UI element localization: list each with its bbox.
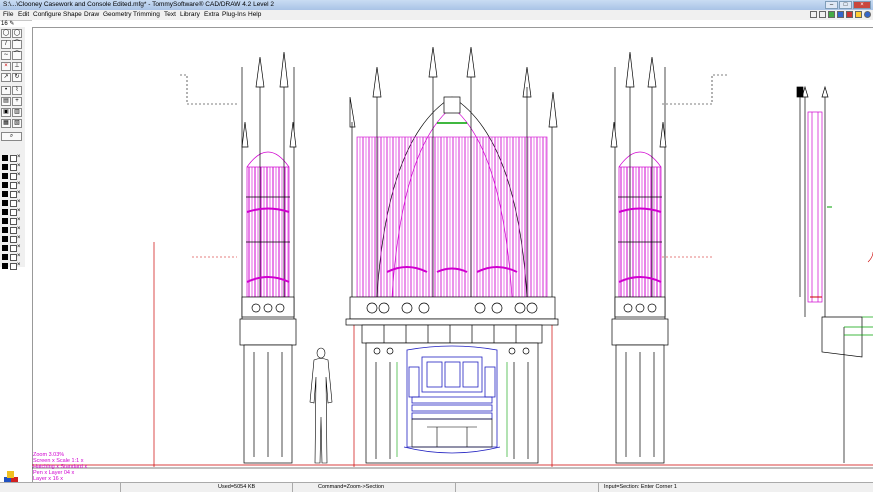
view-right-icon[interactable] — [819, 11, 826, 18]
menu-plugins[interactable]: Plug-Ins — [222, 11, 246, 18]
menu-edit[interactable]: Edit — [18, 11, 29, 18]
arc-tool-icon[interactable]: ⌒ — [12, 51, 22, 60]
rotate-tool-icon[interactable]: ↻ — [12, 73, 22, 82]
window-title: S:\...\Clooney Casework and Console Edit… — [3, 1, 275, 8]
layer-row[interactable]: × — [1, 217, 24, 225]
left-tower — [239, 51, 297, 464]
select-tool-icon[interactable]: ◯ — [1, 29, 11, 38]
layer-row[interactable]: × — [1, 154, 24, 162]
zoom-tool-icon[interactable]: ⌕ — [1, 132, 22, 141]
group-tool-icon[interactable]: ▥ — [12, 108, 22, 117]
side-elevation — [796, 85, 873, 463]
drawing-canvas[interactable] — [32, 27, 873, 482]
layer-row[interactable]: × — [1, 226, 24, 234]
status-command: Command=Zoom->Section — [318, 484, 385, 490]
status-used: Used=5054 KB — [218, 484, 256, 490]
pen-icon[interactable] — [846, 11, 853, 18]
curve-tool-icon[interactable]: ∼ — [1, 51, 11, 60]
menu-help[interactable]: Help — [248, 11, 261, 18]
layer-icon[interactable] — [828, 11, 835, 18]
bezier-tool-icon[interactable]: ⌇ — [12, 86, 22, 95]
grid-tool-icon[interactable]: ▦ — [1, 119, 11, 128]
maximize-button[interactable]: □ — [839, 1, 852, 9]
right-tower — [610, 51, 669, 464]
zoom-indicator: 16 ✎ — [1, 21, 15, 27]
delete-tool-icon[interactable]: × — [1, 62, 11, 71]
menu-text[interactable]: Text — [164, 11, 176, 18]
layer-row[interactable]: × — [1, 208, 24, 216]
organ-drawing — [32, 46, 873, 469]
layer-row[interactable]: × — [1, 172, 24, 180]
human-figure — [309, 347, 333, 464]
layer-row[interactable]: × — [1, 190, 24, 198]
snap-tool-icon[interactable]: ▧ — [12, 119, 22, 128]
menu-file[interactable]: File — [3, 11, 13, 18]
close-button[interactable]: × — [853, 1, 871, 9]
menu-extra[interactable]: Extra — [204, 11, 219, 18]
polyline-tool-icon[interactable]: ⌒ — [12, 40, 22, 49]
node-tool-icon[interactable]: • — [1, 86, 11, 95]
menu-trimming[interactable]: Trimming — [133, 11, 160, 18]
layer-row[interactable]: × — [1, 253, 24, 261]
menu-draw[interactable]: Draw — [84, 11, 99, 18]
info-panel: Zoom 3.03% Screen x Scale 1:1 x Hatching… — [33, 452, 87, 482]
lock-tool-icon[interactable]: ▣ — [1, 108, 11, 117]
view-left-icon[interactable] — [810, 11, 817, 18]
circle-tool-icon[interactable]: ◯ — [12, 29, 22, 38]
tool-icon[interactable] — [855, 11, 862, 18]
top-right-toolbar — [810, 11, 871, 18]
layer-row[interactable]: × — [1, 262, 24, 270]
trim-tool-icon[interactable]: ⊥ — [12, 62, 22, 71]
line-tool-icon[interactable]: / — [1, 40, 11, 49]
layer-row[interactable]: × — [1, 199, 24, 207]
menu-shape[interactable]: Shape — [63, 11, 82, 18]
status-input: Input=Section: Enter Corner 1 — [604, 484, 677, 490]
menu-configure[interactable]: Configure — [33, 11, 61, 18]
layer-row[interactable]: × — [1, 235, 24, 243]
window-controls: – □ × — [825, 1, 871, 9]
layer-row[interactable]: × — [1, 181, 24, 189]
menu-library[interactable]: Library — [180, 11, 200, 18]
menu-geometry[interactable]: Geometry — [103, 11, 132, 18]
layer-row[interactable]: × — [1, 244, 24, 252]
measure-tool-icon[interactable]: ↗ — [1, 73, 11, 82]
hatch-tool-icon[interactable]: ▤ — [1, 97, 11, 106]
minimize-button[interactable]: – — [825, 1, 838, 9]
info-icon[interactable] — [837, 11, 844, 18]
help-icon[interactable] — [864, 11, 871, 18]
console — [403, 345, 501, 454]
layer-row[interactable]: × — [1, 163, 24, 171]
cross-tool-icon[interactable]: + — [12, 97, 22, 106]
